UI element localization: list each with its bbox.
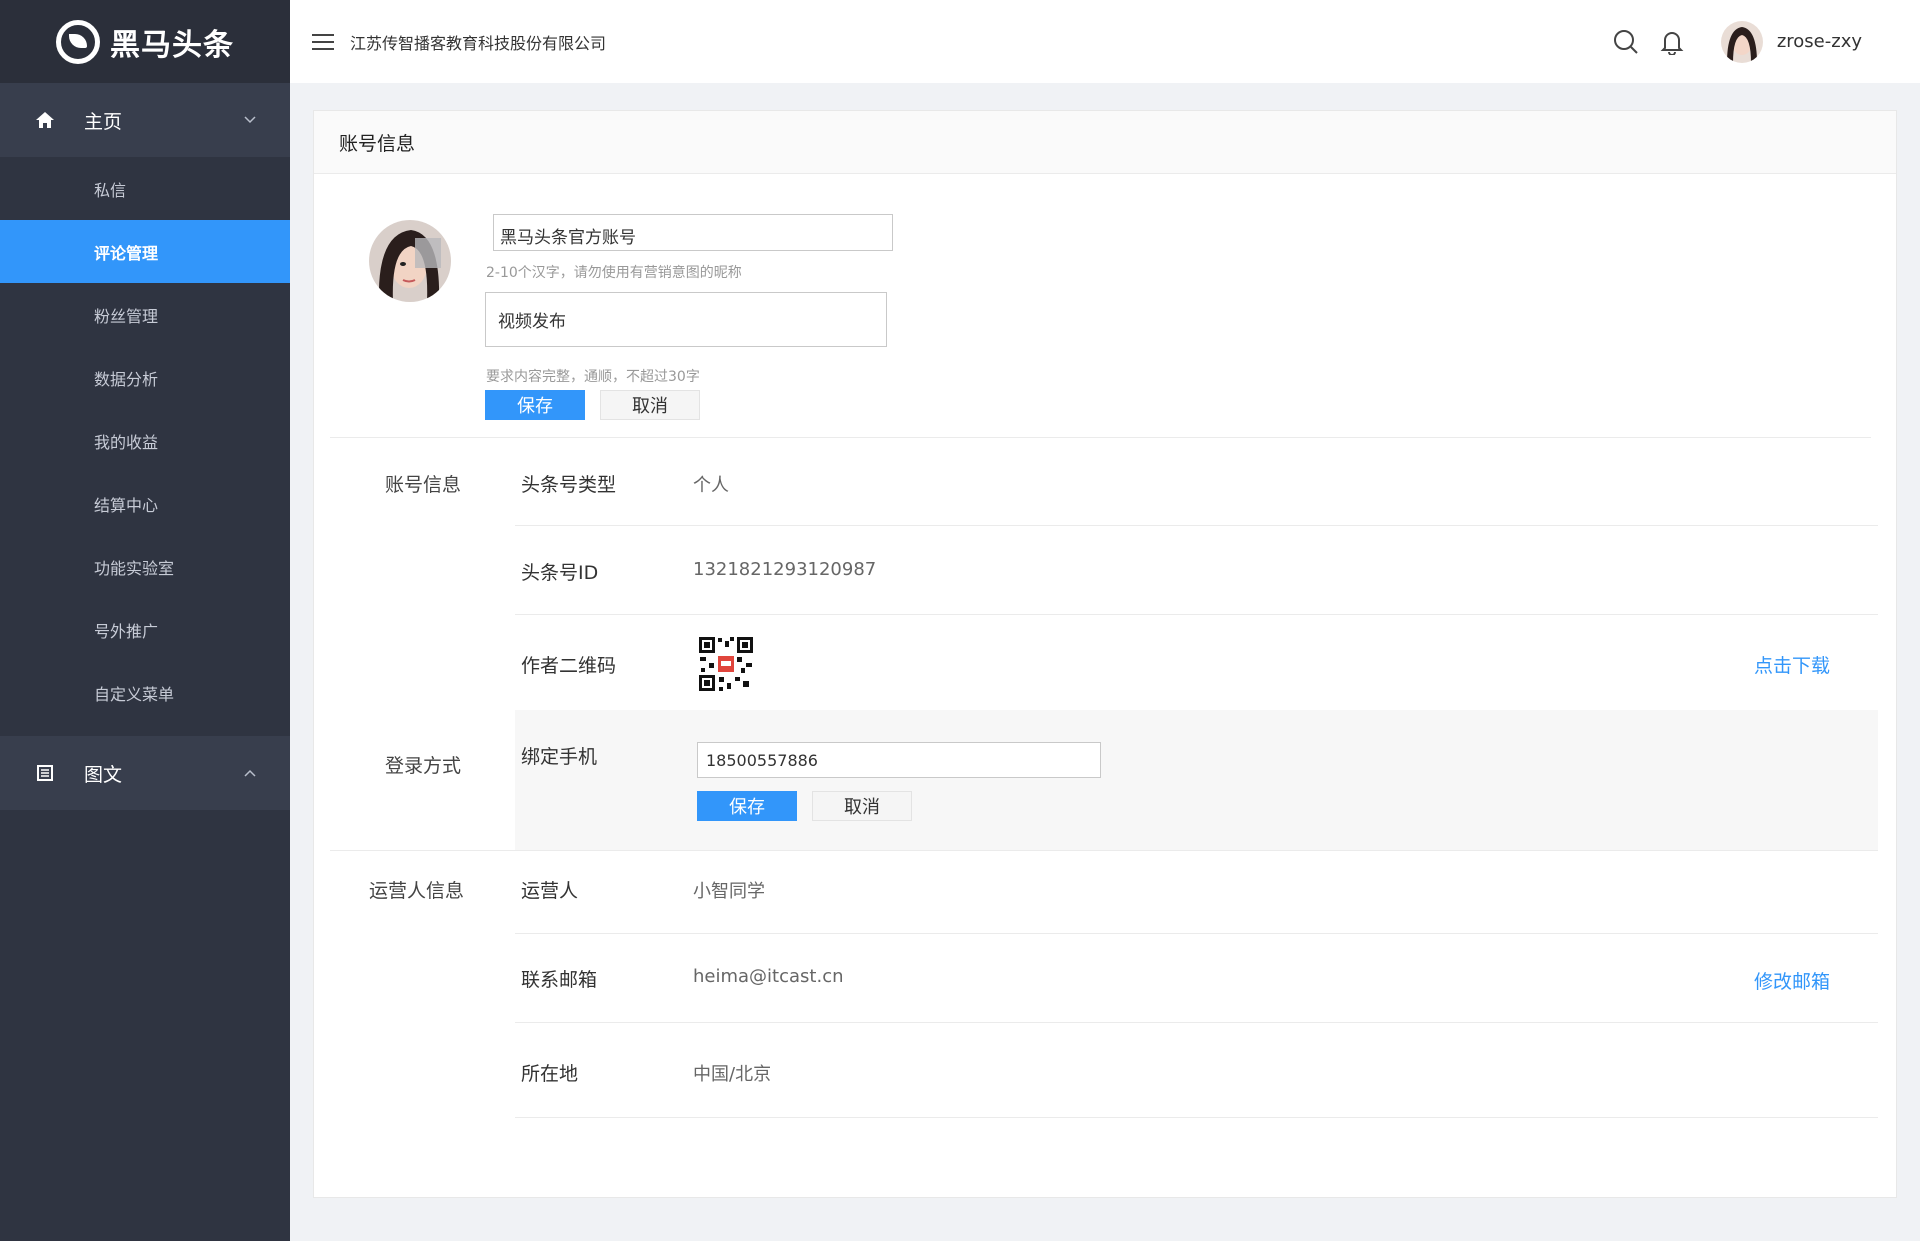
phone-input[interactable]: 18500557886: [697, 742, 1101, 778]
edit-email-link[interactable]: 修改邮箱: [1754, 967, 1830, 994]
info-row-id: 头条号ID 1321821293120987: [515, 526, 1878, 615]
sidebar-item-promotion[interactable]: 号外推广: [0, 598, 290, 661]
company-name: 江苏传智播客教育科技股份有限公司: [350, 33, 607, 53]
description-input[interactable]: 视频发布: [485, 292, 887, 347]
account-section-label: 账号信息: [385, 474, 462, 496]
card-title: 账号信息: [314, 111, 1896, 174]
logo[interactable]: 黑马头条: [0, 0, 290, 83]
top-header: 江苏传智播客教育科技股份有限公司 zrose-zxy: [290, 0, 1920, 83]
bell-icon[interactable]: [1659, 29, 1685, 56]
document-icon: [34, 762, 56, 784]
phone-value: 18500557886: [706, 750, 818, 770]
sidebar-item-messages[interactable]: 私信: [0, 157, 290, 220]
info-row-type: 头条号类型 个人: [515, 437, 1878, 526]
phone-save-button[interactable]: 保存: [697, 791, 797, 821]
row-value: 中国/北京: [693, 1064, 772, 1085]
menu-group-label: 主页: [84, 110, 123, 133]
row-label: 头条号类型: [521, 474, 617, 496]
row-label: 作者二维码: [521, 655, 617, 677]
menu-toggle-icon[interactable]: [312, 33, 334, 51]
info-row-location: 所在地 中国/北京: [515, 1023, 1878, 1118]
row-label: 联系邮箱: [521, 969, 598, 991]
profile-avatar[interactable]: [369, 220, 451, 302]
info-row-email: 联系邮箱 heima@itcast.cn 修改邮箱: [515, 934, 1878, 1023]
menu-spacer: [0, 724, 290, 736]
row-value: 个人: [693, 475, 729, 496]
sidebar-item-settlement[interactable]: 结算中心: [0, 472, 290, 535]
menu-group-label: 图文: [84, 763, 123, 786]
brand-name: 黑马头条: [110, 27, 234, 63]
profile-save-button[interactable]: 保存: [485, 390, 585, 420]
header-actions: zrose-zxy: [1593, 20, 1862, 63]
row-value: 小智同学: [693, 881, 765, 902]
menu-group-home[interactable]: 主页: [0, 83, 290, 157]
phone-cancel-button[interactable]: 取消: [812, 791, 912, 821]
row-label: 运营人: [521, 880, 579, 902]
row-label: 头条号ID: [521, 562, 599, 584]
row-value: 1321821293120987: [693, 559, 877, 580]
download-qrcode-link[interactable]: 点击下载: [1754, 651, 1830, 678]
chevron-up-icon: [244, 765, 290, 781]
nickname-hint: 2-10个汉字，请勿使用有营销意图的昵称: [486, 265, 742, 281]
sidebar: 黑马头条 主页 私信 评论管理 粉丝管理 数据分析 我的收益 结算中心 功能实验…: [0, 0, 290, 1241]
row-label: 所在地: [521, 1063, 579, 1085]
search-icon[interactable]: [1613, 29, 1639, 55]
sidebar-item-lab[interactable]: 功能实验室: [0, 535, 290, 598]
avatar[interactable]: [1720, 20, 1763, 63]
qrcode-icon: [697, 635, 755, 693]
logo-icon: [56, 19, 100, 64]
sidebar-item-analytics[interactable]: 数据分析: [0, 346, 290, 409]
account-card: 账号信息 黑马头条官方账号 2-10个汉字，请勿使用有营销意图的昵称 视频发布 …: [313, 110, 1897, 1198]
menu-group-articles[interactable]: 图文: [0, 736, 290, 810]
username[interactable]: zrose-zxy: [1777, 31, 1862, 52]
row-label: 绑定手机: [521, 746, 598, 768]
sidebar-item-custom-menu[interactable]: 自定义菜单: [0, 661, 290, 724]
login-row: 绑定手机 18500557886 保存 取消: [515, 710, 1878, 850]
description-value: 视频发布: [498, 312, 566, 332]
chevron-down-icon: [244, 112, 290, 128]
profile-cancel-button[interactable]: 取消: [600, 390, 700, 420]
description-hint: 要求内容完整，通顺，不超过30字: [486, 369, 700, 385]
sidebar-item-earnings[interactable]: 我的收益: [0, 409, 290, 472]
profile-section: 黑马头条官方账号 2-10个汉字，请勿使用有营销意图的昵称 视频发布 要求内容完…: [314, 174, 1896, 420]
nickname-input[interactable]: 黑马头条官方账号: [493, 214, 893, 251]
home-icon: [34, 109, 56, 131]
info-row-operator: 运营人 小智同学: [515, 850, 1878, 934]
login-section-label: 登录方式: [385, 755, 462, 777]
sidebar-item-comments[interactable]: 评论管理: [0, 220, 290, 283]
row-value: heima@itcast.cn: [693, 966, 844, 987]
info-row-qrcode: 作者二维码 点击下载: [515, 615, 1878, 710]
operator-section-label: 运营人信息: [369, 880, 465, 902]
sidebar-item-fans[interactable]: 粉丝管理: [0, 283, 290, 346]
